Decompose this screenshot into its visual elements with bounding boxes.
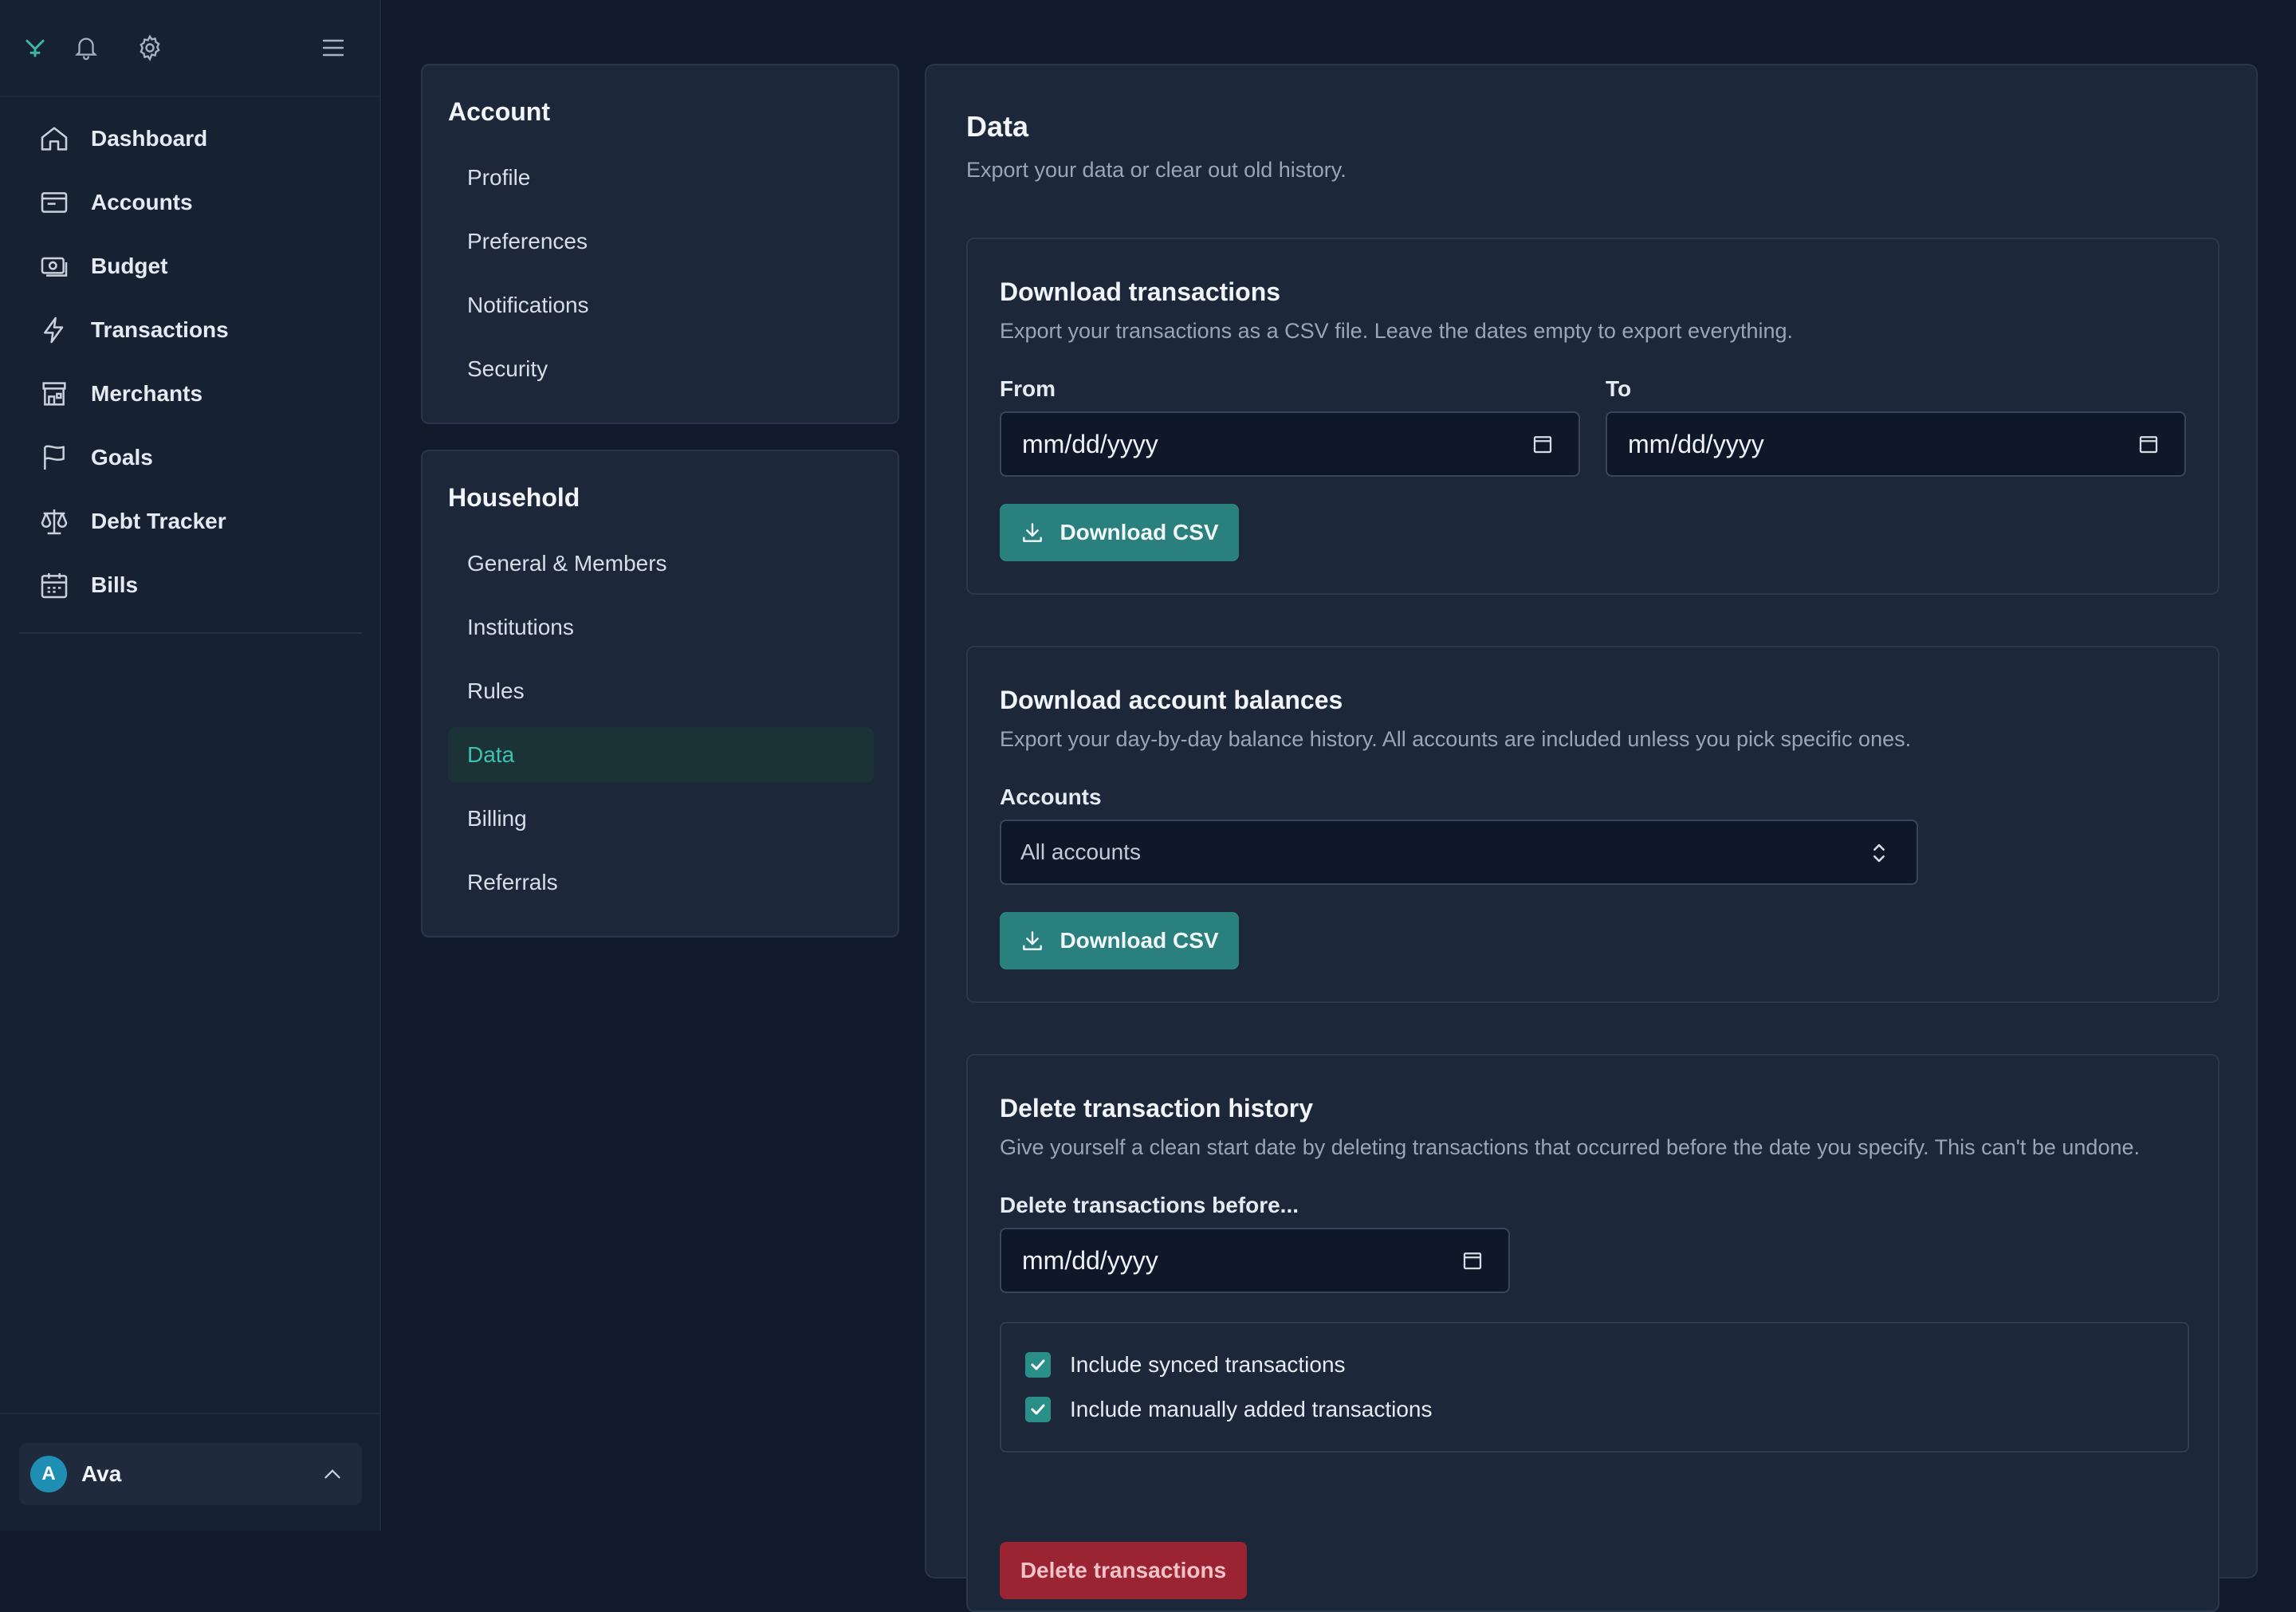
calendar-icon[interactable] bbox=[2137, 432, 2160, 456]
settings-item-security[interactable]: Security bbox=[448, 341, 874, 397]
home-icon bbox=[41, 127, 68, 151]
delete-date-label: Delete transactions before... bbox=[1000, 1193, 1299, 1217]
scale-icon bbox=[41, 509, 68, 535]
settings-item-profile[interactable]: Profile bbox=[448, 150, 874, 206]
check-icon bbox=[1031, 1404, 1045, 1415]
settings-item-general-members[interactable]: General & Members bbox=[448, 536, 874, 592]
sidebar-item-merchants[interactable]: Merchants bbox=[19, 362, 362, 426]
sidebar-header bbox=[0, 0, 379, 97]
sidebar-item-budget[interactable]: Budget bbox=[19, 234, 362, 298]
sidebar-divider bbox=[19, 632, 362, 634]
avatar: A bbox=[30, 1456, 67, 1492]
settings-item-rules[interactable]: Rules bbox=[448, 663, 874, 719]
menu-icon[interactable] bbox=[317, 32, 349, 64]
accounts-icon bbox=[41, 192, 68, 213]
page-title: Data bbox=[966, 110, 1029, 143]
sidebar-item-label: Debt Tracker bbox=[91, 509, 226, 533]
panel-title-account: Account bbox=[448, 97, 550, 126]
sidebar-item-label: Accounts bbox=[91, 190, 193, 214]
settings-item-notifications[interactable]: Notifications bbox=[448, 277, 874, 333]
card-title: Delete transaction history bbox=[1000, 1094, 1313, 1123]
from-label: From bbox=[1000, 376, 1056, 401]
sidebar-item-goals[interactable]: Goals bbox=[19, 426, 362, 489]
to-label: To bbox=[1606, 376, 1632, 401]
user-menu[interactable]: A Ava bbox=[19, 1443, 362, 1505]
include-manual-checkbox[interactable] bbox=[1025, 1397, 1051, 1422]
delete-date-placeholder: mm/dd/yyyy bbox=[1022, 1245, 1158, 1275]
sidebar-item-transactions[interactable]: Transactions bbox=[19, 298, 362, 362]
sidebar-footer: A Ava bbox=[0, 1413, 379, 1532]
include-manual-option[interactable]: Include manually added transactions bbox=[1025, 1397, 1433, 1422]
download-transactions-csv-button[interactable]: Download CSV bbox=[1000, 504, 1239, 561]
budget-icon bbox=[41, 257, 68, 277]
account-settings-panel: Account Profile Preferences Notification… bbox=[421, 64, 899, 424]
delete-history-card: Delete transaction history Give yourself… bbox=[966, 1054, 2219, 1612]
include-manual-label: Include manually added transactions bbox=[1070, 1397, 1433, 1421]
include-synced-option[interactable]: Include synced transactions bbox=[1025, 1352, 1346, 1378]
to-date-placeholder: mm/dd/yyyy bbox=[1628, 429, 1764, 458]
delete-transactions-button[interactable]: Delete transactions bbox=[1000, 1542, 1247, 1599]
flag-icon bbox=[44, 445, 65, 470]
card-title: Download transactions bbox=[1000, 277, 1281, 306]
sidebar-item-label: Transactions bbox=[91, 317, 229, 342]
bolt-icon bbox=[44, 317, 64, 344]
settings-item-preferences[interactable]: Preferences bbox=[448, 214, 874, 269]
accounts-label: Accounts bbox=[1000, 784, 1102, 809]
calendar-icon[interactable] bbox=[1461, 1248, 1484, 1272]
settings-item-billing[interactable]: Billing bbox=[448, 791, 874, 847]
accounts-select-value: All accounts bbox=[1020, 839, 1141, 864]
button-label: Download CSV bbox=[1060, 520, 1219, 545]
chevron-up-icon bbox=[324, 1469, 340, 1479]
chevron-up-down-icon bbox=[1873, 843, 1885, 863]
sidebar-item-label: Budget bbox=[91, 254, 168, 278]
sidebar-item-label: Dashboard bbox=[91, 126, 208, 151]
sidebar-item-label: Merchants bbox=[91, 381, 203, 406]
settings-item-data[interactable]: Data bbox=[448, 727, 874, 783]
card-subtitle: Export your day-by-day balance history. … bbox=[1000, 727, 1912, 751]
sidebar-item-label: Bills bbox=[91, 572, 139, 597]
settings-item-institutions[interactable]: Institutions bbox=[448, 600, 874, 655]
download-balances-csv-button[interactable]: Download CSV bbox=[1000, 912, 1239, 969]
sidebar-item-label: Goals bbox=[91, 445, 153, 470]
include-synced-label: Include synced transactions bbox=[1070, 1352, 1346, 1377]
download-transactions-card: Download transactions Export your transa… bbox=[966, 238, 2219, 595]
button-label: Download CSV bbox=[1060, 928, 1219, 953]
sidebar-nav: Dashboard Accounts Budget Transactions M… bbox=[19, 107, 362, 617]
calendar-icon[interactable] bbox=[1531, 432, 1555, 456]
bell-icon[interactable] bbox=[70, 32, 102, 64]
include-synced-checkbox[interactable] bbox=[1025, 1352, 1051, 1378]
sidebar-item-accounts[interactable]: Accounts bbox=[19, 171, 362, 234]
card-title: Download account balances bbox=[1000, 686, 1343, 714]
download-icon bbox=[1023, 931, 1043, 950]
to-date-input[interactable]: mm/dd/yyyy bbox=[1606, 411, 2186, 477]
sidebar-item-debt-tracker[interactable]: Debt Tracker bbox=[19, 489, 362, 553]
sidebar-item-bills[interactable]: Bills bbox=[19, 553, 362, 617]
calendar-icon bbox=[41, 573, 68, 599]
download-balances-card: Download account balances Export your da… bbox=[966, 646, 2219, 1003]
data-settings-content: Data Export your data or clear out old h… bbox=[925, 64, 2258, 1612]
delete-before-date-input[interactable]: mm/dd/yyyy bbox=[1000, 1228, 1510, 1293]
button-label: Delete transactions bbox=[1020, 1558, 1227, 1583]
household-settings-panel: Household General & Members Institutions… bbox=[421, 450, 899, 938]
check-icon bbox=[1031, 1359, 1045, 1370]
sidebar: Dashboard Accounts Budget Transactions M… bbox=[0, 0, 381, 1531]
from-date-input[interactable]: mm/dd/yyyy bbox=[1000, 411, 1580, 477]
accounts-select[interactable]: All accounts bbox=[1000, 820, 1918, 885]
panel-title-household: Household bbox=[448, 483, 580, 512]
page-subtitle: Export your data or clear out old histor… bbox=[966, 158, 1347, 182]
card-subtitle: Give yourself a clean start date by dele… bbox=[1000, 1135, 2140, 1159]
sidebar-item-dashboard[interactable]: Dashboard bbox=[19, 107, 362, 171]
logo-icon[interactable] bbox=[19, 32, 51, 64]
user-name: Ava bbox=[81, 1461, 122, 1486]
store-icon bbox=[42, 382, 66, 406]
gear-icon[interactable] bbox=[134, 32, 166, 64]
card-subtitle: Export your transactions as a CSV file. … bbox=[1000, 319, 1794, 343]
from-date-placeholder: mm/dd/yyyy bbox=[1022, 429, 1158, 458]
download-icon bbox=[1023, 523, 1043, 542]
settings-item-referrals[interactable]: Referrals bbox=[448, 855, 874, 910]
delete-options: Include synced transactions Include manu… bbox=[1000, 1322, 2189, 1453]
